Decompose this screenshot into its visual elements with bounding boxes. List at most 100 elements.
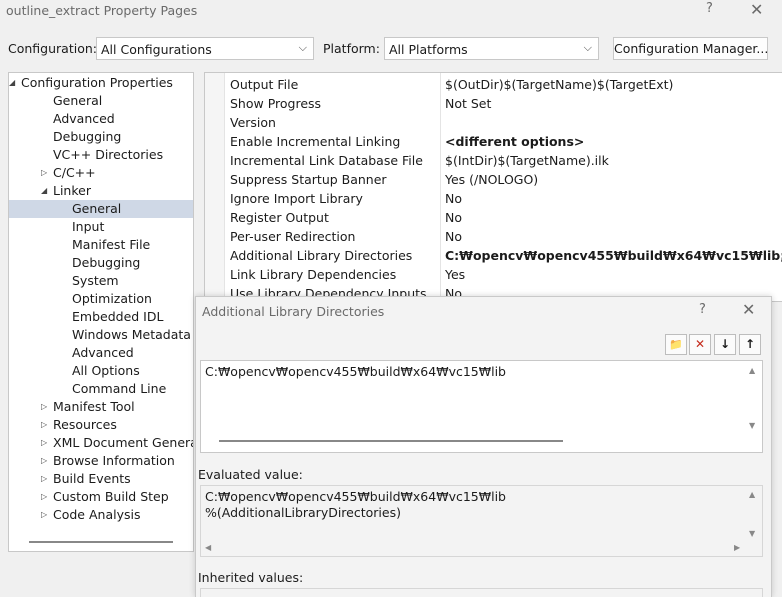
platform-dropdown[interactable]: All Platforms ⌵ xyxy=(384,37,599,60)
tree-item[interactable]: VC++ Directories xyxy=(9,146,193,164)
property-value[interactable]: $(OutDir)$(TargetName)$(TargetExt) xyxy=(445,75,673,94)
property-row[interactable]: Per-user Redirection No xyxy=(225,227,782,246)
platform-label: Platform: xyxy=(323,41,380,56)
expand-arrow-icon[interactable]: ▷ xyxy=(41,488,47,506)
property-row[interactable]: Additional Library Directories C:₩opencv₩… xyxy=(225,246,782,265)
directories-edit-text[interactable]: C:₩opencv₩opencv455₩build₩x64₩vc15₩lib xyxy=(205,364,506,379)
tree-item-label: Browse Information xyxy=(53,453,175,468)
expand-arrow-icon[interactable]: ▷ xyxy=(41,434,47,452)
property-name: Suppress Startup Banner xyxy=(230,172,387,187)
property-name: Version xyxy=(230,115,276,130)
property-row[interactable]: Output File $(OutDir)$(TargetName)$(Targe… xyxy=(225,75,782,94)
tree-item[interactable]: ▷ C/C++ xyxy=(9,164,193,182)
property-name: Ignore Import Library xyxy=(230,191,363,206)
property-name: Additional Library Directories xyxy=(230,248,413,263)
tree-item[interactable]: Optimization xyxy=(9,290,193,308)
property-value[interactable]: Not Set xyxy=(445,94,491,113)
window-title: outline_extract Property Pages xyxy=(6,3,198,18)
property-row[interactable]: Enable Incremental Linking <different opt… xyxy=(225,132,782,151)
property-grid[interactable]: Output File $(OutDir)$(TargetName)$(Targe… xyxy=(204,72,782,302)
tree-item[interactable]: Embedded IDL xyxy=(9,308,193,326)
tree-item[interactable]: Windows Metadata xyxy=(9,326,193,344)
property-row[interactable]: Ignore Import Library No xyxy=(225,189,782,208)
property-value[interactable]: No xyxy=(445,189,462,208)
scroll-right-icon[interactable]: ▶ xyxy=(734,543,740,552)
tree-item[interactable]: Manifest File xyxy=(9,236,193,254)
tree-item[interactable]: ▷ Code Analysis xyxy=(9,506,193,524)
property-value[interactable]: C:₩opencv₩opencv455₩build₩x64₩vc15₩lib;%… xyxy=(445,246,782,265)
property-row[interactable]: Version xyxy=(225,113,782,132)
tree-item-label: Code Analysis xyxy=(53,507,141,522)
delete-button[interactable]: ✕ xyxy=(689,334,711,355)
tree-item[interactable]: Command Line xyxy=(9,380,193,398)
tree-item[interactable]: System xyxy=(9,272,193,290)
tree-item-label: Optimization xyxy=(72,291,152,306)
tree-item[interactable]: ▷ Manifest Tool xyxy=(9,398,193,416)
property-tree[interactable]: ◢ Configuration Properties General Advanced… xyxy=(8,72,194,552)
scroll-down-icon[interactable]: ▼ xyxy=(749,529,755,538)
expand-arrow-icon[interactable]: ▷ xyxy=(41,452,47,470)
property-row[interactable]: Register Output No xyxy=(225,208,782,227)
move-up-button[interactable]: ↑ xyxy=(739,334,761,355)
tree-item[interactable]: Input xyxy=(9,218,193,236)
tree-item-label: Configuration Properties xyxy=(21,75,173,90)
tree-item[interactable]: All Options xyxy=(9,362,193,380)
tree-item-label: C/C++ xyxy=(53,165,96,180)
property-value[interactable]: No xyxy=(445,227,462,246)
collapse-arrow-icon[interactable]: ◢ xyxy=(9,74,15,92)
property-value[interactable]: No xyxy=(445,208,462,227)
tree-item[interactable]: ▷ Browse Information xyxy=(9,452,193,470)
tree-item-label: XML Document Generator xyxy=(53,435,193,450)
tree-item[interactable]: ▷ Custom Build Step xyxy=(9,488,193,506)
tree-item-label: Build Events xyxy=(53,471,131,486)
tree-item[interactable]: ▷ Build Events xyxy=(9,470,193,488)
scroll-up-icon[interactable]: ▲ xyxy=(749,366,755,375)
scroll-up-icon[interactable]: ▲ xyxy=(749,490,755,499)
help-icon[interactable]: ? xyxy=(706,1,713,16)
expand-arrow-icon[interactable]: ▷ xyxy=(41,164,47,182)
expand-arrow-icon[interactable]: ▷ xyxy=(41,470,47,488)
tree-item[interactable]: General xyxy=(9,200,193,218)
tree-item-label: Embedded IDL xyxy=(72,309,164,324)
new-line-button[interactable]: 📁 xyxy=(665,334,687,355)
directories-edit-box[interactable]: C:₩opencv₩opencv455₩build₩x64₩vc15₩lib ▲… xyxy=(200,360,763,453)
tree-item-label: Advanced xyxy=(53,111,115,126)
scroll-down-icon[interactable]: ▼ xyxy=(749,421,755,430)
collapse-arrow-icon[interactable]: ◢ xyxy=(41,182,47,200)
tree-item-label: Manifest Tool xyxy=(53,399,135,414)
configuration-dropdown[interactable]: All Configurations ⌵ xyxy=(96,37,314,60)
property-row[interactable]: Show Progress Not Set xyxy=(225,94,782,113)
tree-item-label: All Options xyxy=(72,363,140,378)
edit-horizontal-scrollbar[interactable] xyxy=(219,440,563,442)
tree-item[interactable]: ◢ Linker xyxy=(9,182,193,200)
tree-item[interactable]: Advanced xyxy=(9,110,193,128)
property-value[interactable]: <different options> xyxy=(445,132,584,151)
additional-library-directories-dialog: Additional Library Directories ? ✕ 📁 ✕ ↓… xyxy=(195,296,772,597)
configuration-label: Configuration: xyxy=(8,41,97,56)
expand-arrow-icon[interactable]: ▷ xyxy=(41,506,47,524)
property-row[interactable]: Link Library Dependencies Yes xyxy=(225,265,782,284)
tree-item[interactable]: Debugging xyxy=(9,254,193,272)
expand-arrow-icon[interactable]: ▷ xyxy=(41,416,47,434)
tree-item[interactable]: General xyxy=(9,92,193,110)
dialog-title: Additional Library Directories xyxy=(202,304,385,319)
help-icon[interactable]: ? xyxy=(699,302,706,317)
property-row[interactable]: Suppress Startup Banner Yes (/NOLOGO) xyxy=(225,170,782,189)
move-down-button[interactable]: ↓ xyxy=(714,334,736,355)
tree-item[interactable]: Debugging xyxy=(9,128,193,146)
configuration-manager-button[interactable]: Configuration Manager... xyxy=(613,37,768,60)
close-icon[interactable]: ✕ xyxy=(742,300,755,319)
property-value[interactable]: $(IntDir)$(TargetName).ilk xyxy=(445,151,609,170)
scroll-left-icon[interactable]: ◀ xyxy=(205,543,211,552)
tree-horizontal-scrollbar[interactable] xyxy=(29,541,173,543)
tree-item[interactable]: Advanced xyxy=(9,344,193,362)
tree-item[interactable]: ▷ XML Document Generator xyxy=(9,434,193,452)
close-icon[interactable]: ✕ xyxy=(750,0,763,19)
property-value[interactable]: Yes (/NOLOGO) xyxy=(445,170,538,189)
property-row[interactable]: Incremental Link Database File $(IntDir)$… xyxy=(225,151,782,170)
property-value[interactable]: Yes xyxy=(445,265,465,284)
tree-item[interactable]: ▷ Resources xyxy=(9,416,193,434)
tree-item[interactable]: ◢ Configuration Properties xyxy=(9,74,193,92)
tree-item-label: General xyxy=(72,201,122,216)
expand-arrow-icon[interactable]: ▷ xyxy=(41,398,47,416)
